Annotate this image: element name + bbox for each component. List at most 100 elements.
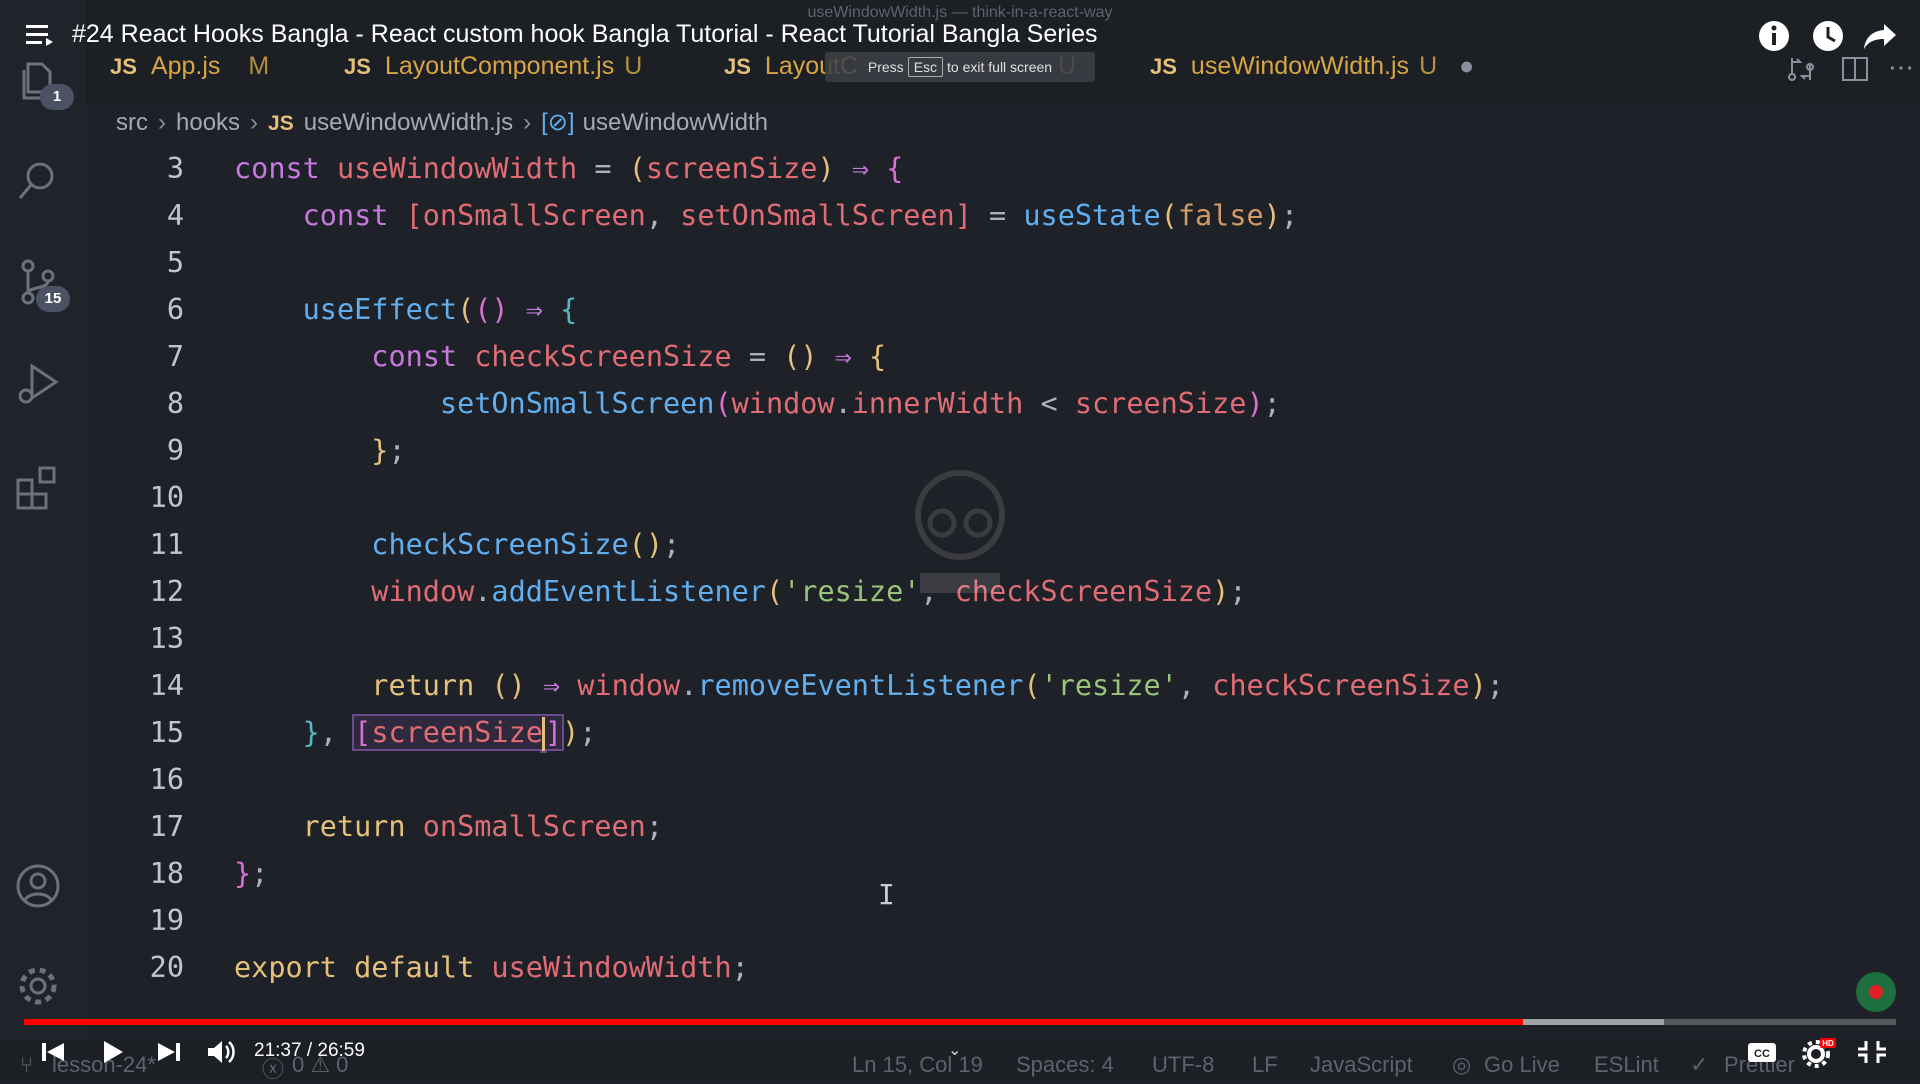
mouse-ibeam-icon: I — [878, 878, 895, 911]
eslint-status[interactable]: ESLint — [1594, 1052, 1659, 1078]
unsaved-dot-icon: ● — [1459, 52, 1475, 80]
code-text: setOnSmallScreen(window.innerWidth < scr… — [439, 387, 1281, 420]
hint-text: to exit full screen — [947, 59, 1053, 75]
line-number: 12 — [149, 575, 184, 608]
settings-hd-icon[interactable]: HD — [1798, 1036, 1838, 1068]
line-number: 6 — [166, 293, 184, 326]
breadcrumb-file[interactable]: useWindowWidth.js — [304, 109, 513, 136]
js-file-icon: JS — [724, 54, 751, 79]
video-title[interactable]: #24 React Hooks Bangla - React custom ho… — [72, 20, 1098, 49]
watermark-logo-icon — [915, 470, 1005, 593]
line-number: 20 — [149, 951, 184, 984]
recording-indicator-icon — [1856, 972, 1896, 1012]
compare-changes-icon[interactable] — [1786, 54, 1816, 84]
code-text: return onSmallScreen; — [302, 810, 663, 843]
svg-text:HD: HD — [1822, 1039, 1834, 1048]
share-icon[interactable] — [1862, 18, 1898, 54]
code-text: return () ⇒ window.removeEventListener('… — [371, 669, 1504, 702]
info-icon[interactable] — [1756, 18, 1792, 54]
js-file-icon: JS — [268, 112, 294, 135]
line-number: 19 — [149, 904, 184, 937]
breadcrumb-hooks[interactable]: hooks — [176, 109, 240, 136]
exit-fullscreen-icon[interactable] — [1852, 1036, 1892, 1068]
line-number: 7 — [166, 340, 184, 373]
breadcrumb-symbol[interactable]: useWindowWidth — [583, 109, 768, 136]
check-icon: ✓ — [1690, 1052, 1709, 1077]
tab-status: U — [624, 52, 643, 80]
symbol-icon: [⊘] — [541, 109, 575, 136]
code-text: checkScreenSize(); — [371, 528, 681, 561]
fullscreen-hint: Press Esc to exit full screen — [825, 52, 1095, 82]
chevron-right-icon: › — [158, 109, 166, 136]
line-number: 15 — [149, 716, 184, 749]
line-number: 13 — [149, 622, 184, 655]
indentation[interactable]: Spaces: 4 — [1016, 1052, 1114, 1078]
search-icon[interactable] — [14, 156, 62, 204]
language-mode[interactable]: JavaScript — [1310, 1052, 1413, 1078]
code-text: }; — [234, 857, 269, 890]
source-control-badge: 15 — [36, 286, 70, 312]
tab-label: App.js — [150, 52, 221, 80]
progress-played — [24, 1019, 1524, 1025]
clock-icon[interactable] — [1810, 18, 1846, 54]
code-text: }, [screenSize]); — [302, 714, 597, 751]
breadcrumb: src › hooks › JS useWindowWidth.js › [⊘] useWind… — [116, 108, 768, 137]
line-number: 10 — [149, 481, 184, 514]
code-text: const [onSmallScreen, setOnSmallScreen] … — [302, 199, 1298, 232]
chevron-down-icon[interactable]: ⌄ — [948, 1040, 961, 1060]
svg-text:CC: CC — [1754, 1048, 1770, 1060]
js-file-icon: JS — [344, 54, 371, 79]
code-text: window.addEventListener('resize', checkS… — [371, 575, 1247, 608]
code-text: }; — [371, 434, 406, 467]
line-number: 8 — [166, 387, 184, 420]
line-number: 3 — [166, 152, 184, 185]
chevron-right-icon: › — [250, 109, 259, 136]
captions-icon[interactable]: CC — [1742, 1036, 1782, 1068]
playlist-icon[interactable] — [26, 24, 54, 46]
js-file-icon: JS — [110, 54, 137, 79]
hint-text: Press — [867, 59, 904, 75]
split-editor-icon[interactable] — [1840, 54, 1870, 84]
tab-usewindowwidth-js[interactable]: JS useWindowWidth.js U ● — [1150, 52, 1474, 81]
line-number: 9 — [166, 434, 184, 467]
line-number: 11 — [149, 528, 184, 561]
cursor-position[interactable]: Ln 15, Col 19 — [852, 1052, 983, 1078]
gear-icon[interactable] — [14, 962, 62, 1010]
run-debug-icon[interactable] — [14, 360, 62, 408]
tab-label: useWindowWidth.js — [1190, 52, 1410, 80]
account-icon[interactable] — [14, 862, 62, 910]
line-number: 18 — [149, 857, 184, 890]
more-actions-icon[interactable]: ⋯ — [1888, 52, 1914, 83]
tab-status: U — [1419, 52, 1438, 80]
time-display: 21:37 / 26:59 — [254, 1040, 365, 1061]
extensions-icon[interactable] — [14, 462, 62, 510]
explorer-badge: 1 — [40, 84, 74, 110]
encoding[interactable]: UTF-8 — [1152, 1052, 1214, 1078]
line-number: 4 — [166, 199, 184, 232]
tab-layoutcomponent-js[interactable]: JS LayoutComponent.js U — [344, 52, 642, 81]
broadcast-icon: ◎ — [1452, 1052, 1472, 1077]
go-live-button[interactable]: Go Live — [1484, 1052, 1560, 1078]
git-branch-icon: ⑂ — [20, 1052, 34, 1077]
line-number: 5 — [166, 246, 184, 279]
code-text: export default useWindowWidth; — [234, 951, 749, 984]
activity-bar: 1 15 — [0, 0, 86, 1080]
line-number: 14 — [149, 669, 184, 702]
esc-key-label: Esc — [907, 57, 944, 77]
tab-label: LayoutComponent.js — [384, 52, 615, 80]
volume-icon[interactable] — [202, 1036, 242, 1068]
breadcrumb-src[interactable]: src — [116, 109, 148, 136]
code-text: const useWindowWidth = (screenSize) ⇒ { — [234, 152, 904, 185]
prev-icon[interactable] — [34, 1036, 74, 1068]
line-number: 16 — [149, 763, 184, 796]
play-icon[interactable] — [92, 1036, 132, 1068]
tab-app-js[interactable]: JS App.js M — [110, 52, 269, 81]
next-icon[interactable] — [148, 1036, 188, 1068]
line-ending[interactable]: LF — [1252, 1052, 1278, 1078]
code-text: useEffect(() ⇒ { — [302, 293, 578, 326]
chevron-right-icon: › — [523, 109, 532, 136]
js-file-icon: JS — [1150, 54, 1177, 79]
tab-status: M — [248, 52, 270, 80]
code-text: const checkScreenSize = () ⇒ { — [371, 340, 887, 373]
line-number: 17 — [149, 810, 184, 843]
